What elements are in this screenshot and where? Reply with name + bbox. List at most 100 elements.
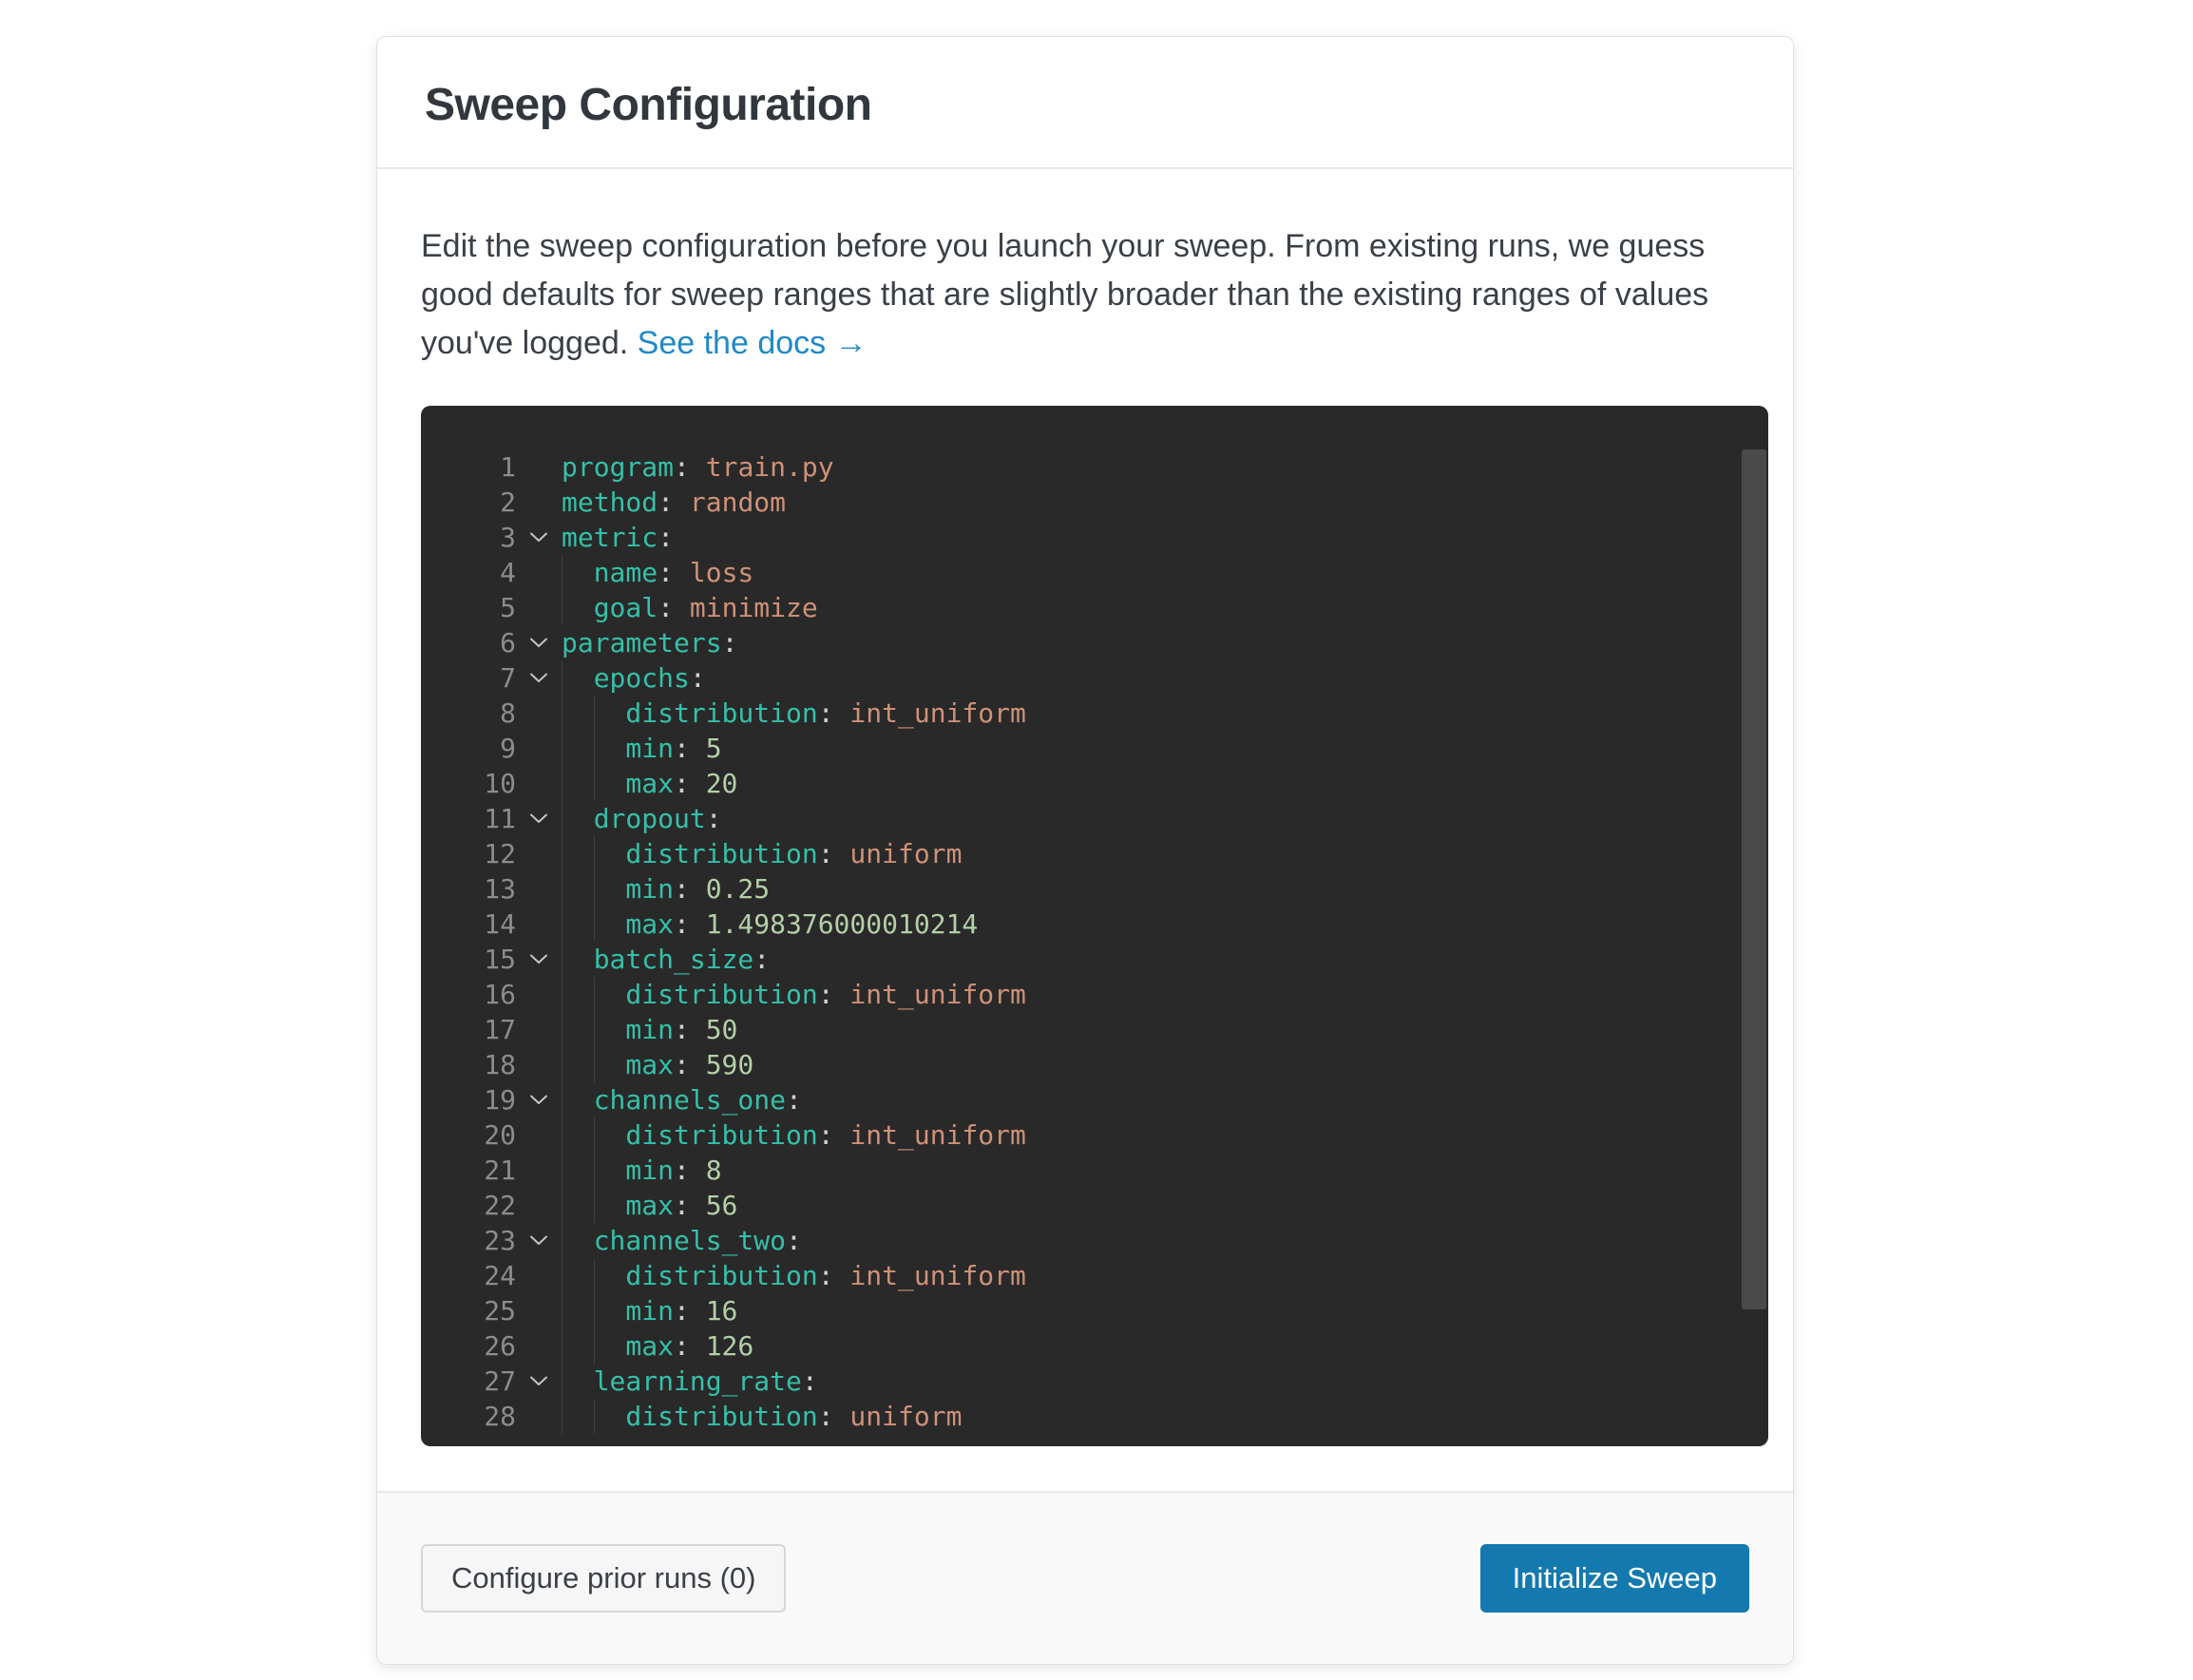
fold-spacer xyxy=(516,1153,562,1188)
line-number: 16 xyxy=(421,977,516,1012)
line-number: 14 xyxy=(421,907,516,942)
dialog-description: Edit the sweep configuration before you … xyxy=(421,222,1747,368)
code-line: 20distribution: int_uniform xyxy=(421,1117,1768,1153)
indent-guide xyxy=(562,942,594,977)
code-text: parameters: xyxy=(562,625,1768,660)
code-text: distribution: int_uniform xyxy=(562,696,1768,731)
indent-guide xyxy=(594,1399,626,1434)
initialize-sweep-button[interactable]: Initialize Sweep xyxy=(1480,1544,1749,1613)
code-line: 14 max: 1.498376000010214 xyxy=(421,907,1768,942)
code-text: channels_one: xyxy=(562,1082,1768,1117)
code-text: min: 16 xyxy=(562,1293,1768,1328)
description-line-1: Edit the sweep configuration before you … xyxy=(421,228,1705,264)
yaml-code-editor[interactable]: 1program: train.py2method: random3metric… xyxy=(421,406,1768,1446)
code-line: 12 distribution: uniform xyxy=(421,836,1768,871)
description-line-3: you've logged. xyxy=(421,325,638,361)
code-text: batch_size: xyxy=(562,942,1768,977)
code-line: 26max: 126 xyxy=(421,1328,1768,1364)
line-number: 2 xyxy=(421,485,516,520)
sweep-configuration-dialog: Sweep Configuration Edit the sweep confi… xyxy=(376,36,1794,1665)
indent-guide xyxy=(562,1399,594,1434)
indent-guide xyxy=(562,871,594,907)
indent-guide xyxy=(594,1328,626,1364)
indent-guide xyxy=(562,1328,594,1364)
line-number: 5 xyxy=(421,590,516,625)
fold-spacer xyxy=(516,907,562,942)
fold-chevron-icon[interactable] xyxy=(516,942,562,977)
code-text: method: random xyxy=(562,485,1768,520)
indent-guide xyxy=(594,1188,626,1223)
see-the-docs-link[interactable]: See the docs → xyxy=(638,325,868,361)
arrow-right-icon: → xyxy=(835,319,868,368)
fold-chevron-icon[interactable] xyxy=(516,520,562,555)
fold-spacer xyxy=(516,555,562,590)
code-line: 17min: 50 xyxy=(421,1012,1768,1047)
line-number: 10 xyxy=(421,766,516,801)
indent-guide xyxy=(594,1047,626,1082)
fold-spacer xyxy=(516,766,562,801)
code-lines: 1program: train.py2method: random3metric… xyxy=(421,449,1768,1434)
editor-scrollbar-thumb[interactable] xyxy=(1742,449,1766,1309)
fold-spacer xyxy=(516,1399,562,1434)
code-line: 22max: 56 xyxy=(421,1188,1768,1223)
code-text: min: 5 xyxy=(562,731,1768,766)
code-text: max: 1.498376000010214 xyxy=(562,907,1768,942)
code-line: 23channels_two: xyxy=(421,1223,1768,1258)
fold-spacer xyxy=(516,836,562,871)
code-text: program: train.py xyxy=(562,449,1768,485)
indent-guide xyxy=(562,1293,594,1328)
line-number: 22 xyxy=(421,1188,516,1223)
line-number: 7 xyxy=(421,660,516,696)
dialog-body: Edit the sweep configuration before you … xyxy=(377,169,1793,1446)
indent-guide xyxy=(562,1012,594,1047)
fold-chevron-icon[interactable] xyxy=(516,801,562,836)
indent-guide xyxy=(594,977,626,1012)
code-text: max: 20 xyxy=(562,766,1768,801)
fold-spacer xyxy=(516,1047,562,1082)
configure-prior-runs-button[interactable]: Configure prior runs (0) xyxy=(421,1544,786,1613)
fold-chevron-icon[interactable] xyxy=(516,1082,562,1117)
line-number: 27 xyxy=(421,1364,516,1399)
code-line: 10 max: 20 xyxy=(421,766,1768,801)
line-number: 3 xyxy=(421,520,516,555)
code-line: 16 distribution: int_uniform xyxy=(421,977,1768,1012)
code-text: max: 126 xyxy=(562,1328,1768,1364)
fold-spacer xyxy=(516,449,562,485)
code-line: 8distribution: int_uniform xyxy=(421,696,1768,731)
fold-chevron-icon[interactable] xyxy=(516,1364,562,1399)
code-line: 5goal: minimize xyxy=(421,590,1768,625)
fold-spacer xyxy=(516,590,562,625)
code-line: 25 min: 16 xyxy=(421,1293,1768,1328)
code-line: 2 method: random xyxy=(421,485,1768,520)
code-line: 19channels_one: xyxy=(421,1082,1768,1117)
dialog-header: Sweep Configuration xyxy=(377,37,1793,169)
fold-chevron-icon[interactable] xyxy=(516,625,562,660)
fold-spacer xyxy=(516,1293,562,1328)
indent-guide xyxy=(594,1117,626,1153)
code-line: 11dropout: xyxy=(421,801,1768,836)
fold-spacer xyxy=(516,696,562,731)
indent-guide xyxy=(594,1153,626,1188)
code-text: distribution: uniform xyxy=(562,836,1768,871)
indent-guide xyxy=(562,555,594,590)
line-number: 12 xyxy=(421,836,516,871)
code-line: 15batch_size: xyxy=(421,942,1768,977)
fold-chevron-icon[interactable] xyxy=(516,660,562,696)
indent-guide xyxy=(562,1117,594,1153)
fold-chevron-icon[interactable] xyxy=(516,1223,562,1258)
indent-guide xyxy=(594,696,626,731)
indent-guide xyxy=(562,977,594,1012)
indent-guide xyxy=(594,731,626,766)
line-number: 18 xyxy=(421,1047,516,1082)
code-text: distribution: int_uniform xyxy=(562,1117,1768,1153)
fold-spacer xyxy=(516,1188,562,1223)
indent-guide xyxy=(562,660,594,696)
indent-guide xyxy=(562,1082,594,1117)
line-number: 28 xyxy=(421,1399,516,1434)
line-number: 25 xyxy=(421,1293,516,1328)
code-text: max: 590 xyxy=(562,1047,1768,1082)
indent-guide xyxy=(562,696,594,731)
indent-guide xyxy=(562,731,594,766)
code-text: metric: xyxy=(562,520,1768,555)
code-text: distribution: int_uniform xyxy=(562,977,1768,1012)
